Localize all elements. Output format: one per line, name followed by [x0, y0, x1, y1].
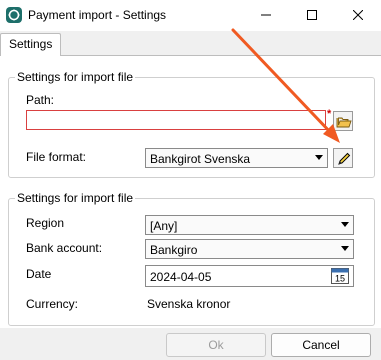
- bank-account-value: Bankgiro: [150, 243, 198, 257]
- app-icon: [6, 7, 22, 23]
- browse-folder-button[interactable]: [333, 111, 353, 131]
- path-label: Path:: [26, 93, 55, 107]
- title-bar: Payment import - Settings: [0, 0, 381, 32]
- path-input[interactable]: [26, 110, 326, 130]
- maximize-icon: [307, 10, 317, 20]
- region-label: Region: [26, 216, 65, 230]
- bank-account-label: Bank account:: [26, 241, 103, 255]
- close-button[interactable]: [335, 0, 381, 31]
- currency-label: Currency:: [26, 297, 79, 311]
- minimize-button[interactable]: [243, 0, 289, 31]
- file-format-value: Bankgirot Svenska: [150, 152, 251, 166]
- cancel-button[interactable]: Cancel: [271, 333, 371, 357]
- tab-strip: Settings: [0, 31, 381, 56]
- file-format-select[interactable]: Bankgirot Svenska: [145, 148, 328, 168]
- edit-format-button[interactable]: [333, 148, 353, 168]
- calendar-icon[interactable]: 15: [331, 268, 349, 284]
- region-value: [Any]: [150, 219, 178, 233]
- minimize-icon: [261, 14, 271, 16]
- region-select[interactable]: [Any]: [145, 215, 354, 235]
- maximize-button[interactable]: [289, 0, 335, 31]
- chevron-down-icon: [341, 222, 349, 227]
- chevron-down-icon: [315, 155, 323, 160]
- date-label: Date: [26, 267, 52, 281]
- tab-settings[interactable]: Settings: [0, 33, 62, 56]
- import-settings-group-title: Settings for import file: [15, 191, 136, 205]
- dialog-footer: Ok Cancel: [0, 328, 381, 360]
- bank-account-select[interactable]: Bankgiro: [145, 239, 354, 259]
- date-picker[interactable]: 2024-04-05 15: [145, 265, 354, 287]
- currency-value: Svenska kronor: [147, 297, 231, 311]
- chevron-down-icon: [341, 246, 349, 251]
- close-icon: [353, 10, 363, 20]
- open-folder-icon: [336, 117, 352, 128]
- ok-button[interactable]: Ok: [166, 333, 266, 357]
- required-marker: *: [327, 108, 332, 120]
- window-title: Payment import - Settings: [28, 8, 167, 22]
- file-format-label: File format:: [26, 150, 87, 164]
- pencil-icon: [338, 152, 351, 165]
- calendar-day: 15: [335, 274, 345, 284]
- import-file-group-title: Settings for import file: [15, 70, 136, 84]
- date-value: 2024-04-05: [150, 270, 212, 284]
